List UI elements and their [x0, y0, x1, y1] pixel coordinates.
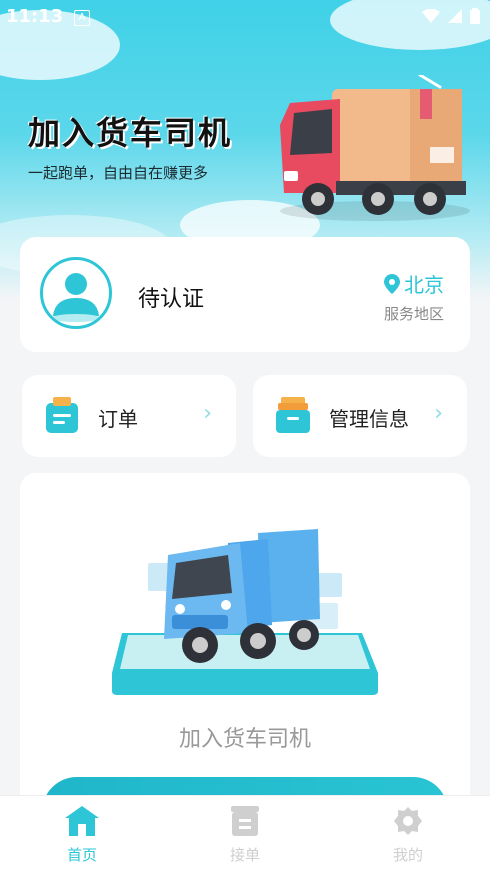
join-caption: 加入货车司机: [178, 727, 311, 752]
notification-icon: A: [74, 10, 90, 26]
blue-truck-illustration: [112, 529, 378, 695]
tab-profile[interactable]: 我的: [368, 806, 448, 865]
orders-entry[interactable]: 订单 ›: [22, 375, 236, 457]
manage-info-label: 管理信息: [329, 407, 409, 431]
hero-title: 加入货车司机: [28, 114, 233, 152]
join-driver-card: 加入货车司机: [20, 473, 470, 847]
tab-profile-label: 我的: [392, 846, 423, 864]
home-icon: [65, 806, 99, 836]
order-box-icon: [231, 806, 259, 836]
wifi-icon: [422, 9, 440, 23]
bottom-tab-bar: 首页 接单 我的: [0, 795, 490, 872]
status-time: 11:13: [6, 6, 64, 27]
tab-home[interactable]: 首页: [42, 806, 122, 865]
location-pin-icon: [384, 273, 400, 294]
city-name: 北京: [404, 273, 444, 297]
signal-icon: [448, 9, 462, 23]
profile-card[interactable]: 待认证 北京 服务地区: [20, 237, 470, 352]
tab-accept-orders[interactable]: 接单: [205, 806, 285, 865]
tab-accept-orders-label: 接单: [229, 846, 260, 864]
status-bar: 11:13 A: [0, 0, 490, 34]
manage-info-entry[interactable]: 管理信息 ›: [253, 375, 467, 457]
verification-status: 待认证: [138, 287, 205, 312]
avatar[interactable]: [40, 257, 112, 329]
truck-illustration: [280, 75, 470, 221]
battery-icon: [470, 8, 480, 24]
chevron-right-icon: ›: [434, 401, 443, 426]
chevron-right-icon: ›: [203, 401, 212, 426]
tab-home-label: 首页: [66, 846, 97, 864]
clipboard-icon: [46, 397, 78, 433]
orders-label: 订单: [98, 407, 138, 431]
gear-icon: [394, 807, 422, 835]
inbox-tray-icon: [276, 397, 310, 433]
location-selector[interactable]: 北京: [384, 269, 444, 298]
user-icon: [52, 273, 100, 322]
status-icons: [422, 8, 480, 24]
hero-subtitle: 一起跑单，自由自在赚更多: [28, 164, 209, 182]
service-area-label: 服务地区: [383, 305, 444, 323]
